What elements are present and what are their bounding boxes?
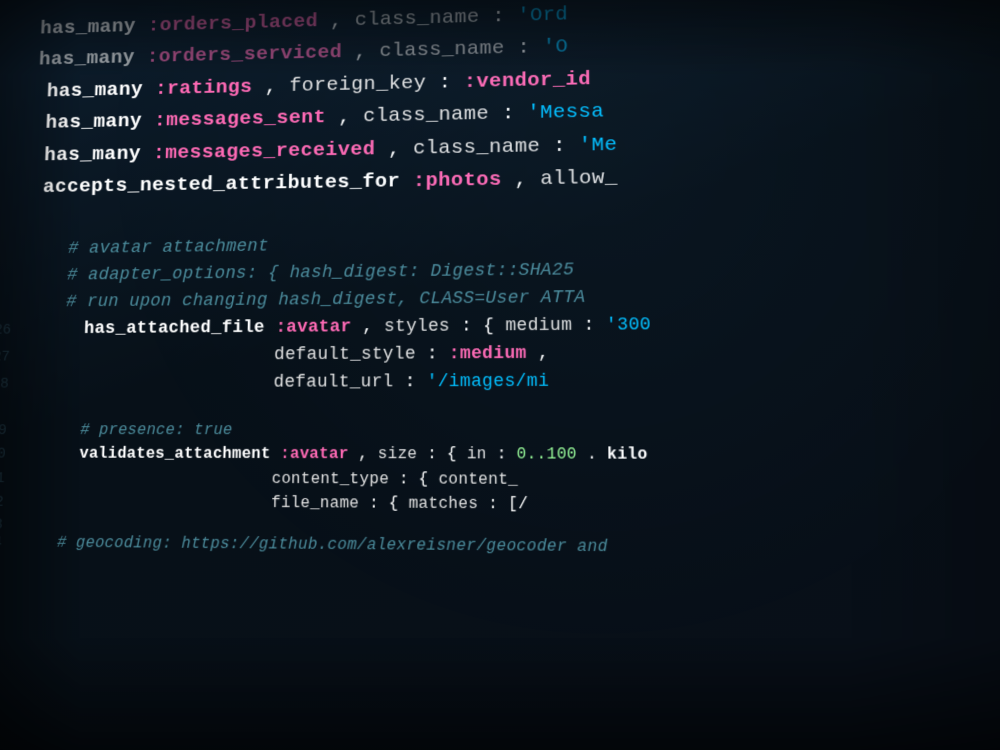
code-container: has_many :orders_placed , class_name : '…	[1, 0, 1000, 750]
line-blank-2	[0, 396, 1000, 418]
line-29-comment-presence: 29 # presence: true	[0, 419, 1000, 443]
line-27-default-style: 27 default_style : :medium ,	[0, 337, 1000, 369]
line-34-geocoding: 34 # geocoding: https://github.com/alexr…	[0, 531, 1000, 564]
code-block: has_many :orders_placed , class_name : '…	[0, 0, 1000, 565]
line-31-content-type: 31 content_type : { content_	[0, 467, 1000, 494]
screen: has_many :orders_placed , class_name : '…	[0, 0, 1000, 750]
line-30-validates: 30 validates_attachment :avatar , size :…	[0, 443, 1000, 468]
line-28-default-url: 28 default_url : '/images/mi	[0, 367, 1000, 397]
